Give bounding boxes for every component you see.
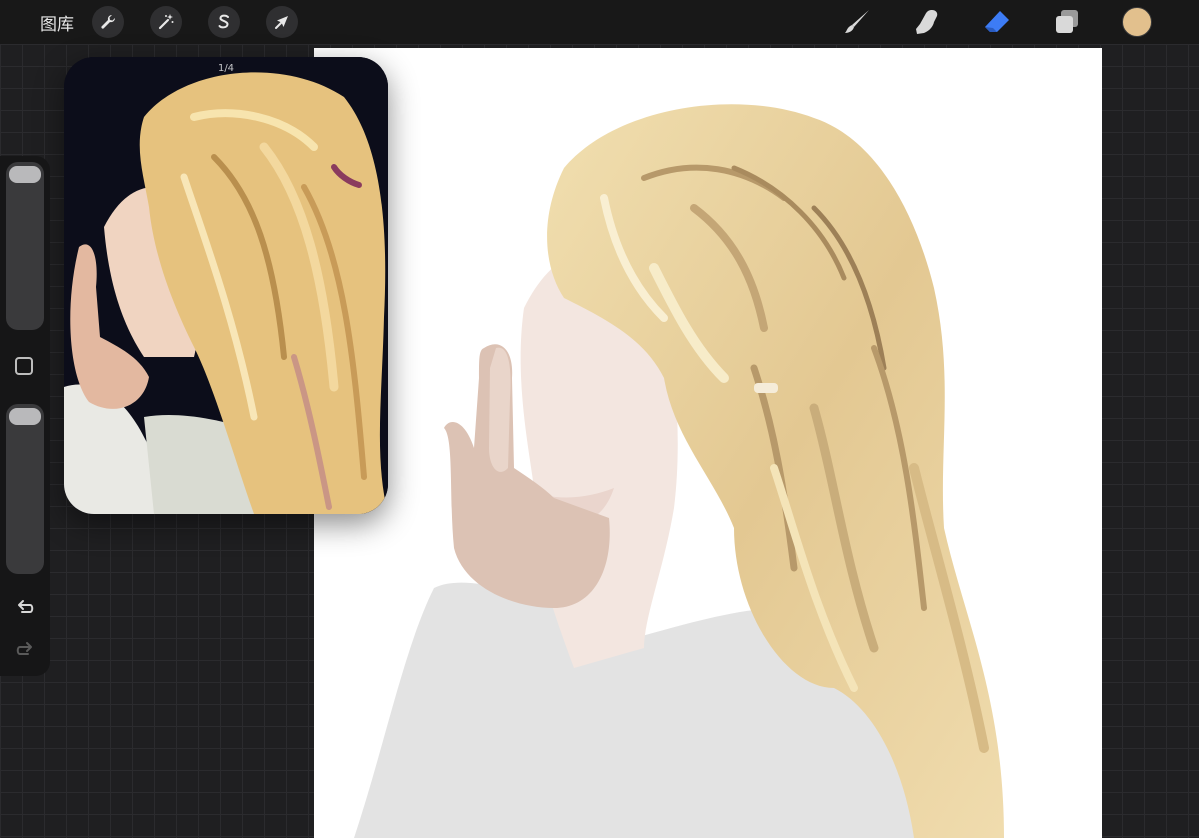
redo-icon [16, 642, 32, 655]
modifier-square-icon[interactable] [15, 357, 33, 375]
reference-photo [64, 57, 388, 514]
current-color-swatch[interactable] [1122, 7, 1152, 37]
reference-page-counter: 1/4 [217, 63, 235, 74]
selection-button[interactable] [208, 6, 240, 38]
layers-button[interactable] [1051, 6, 1083, 38]
top-toolbar: 图库 [0, 0, 1199, 44]
drawing-canvas[interactable] [314, 48, 1102, 838]
undo-button[interactable] [13, 596, 37, 620]
brush-size-thumb[interactable] [9, 166, 41, 183]
undo-icon [18, 600, 34, 613]
gallery-button[interactable]: 图库 [40, 10, 74, 35]
brush-size-slider[interactable] [6, 162, 44, 330]
opacity-thumb[interactable] [9, 408, 41, 425]
painting-tools [803, 0, 1153, 44]
arrow-cursor-icon [275, 16, 288, 29]
layers-icon [1056, 10, 1078, 33]
color-button[interactable] [1121, 6, 1153, 38]
eraser-tool-button[interactable] [981, 6, 1013, 38]
smudge-tool-button[interactable] [911, 6, 943, 38]
opacity-slider[interactable] [6, 404, 44, 574]
wrench-icon [101, 14, 116, 29]
redo-button[interactable] [13, 638, 37, 662]
brush-icon [845, 10, 869, 33]
transform-button[interactable] [266, 6, 298, 38]
eraser-icon [985, 11, 1009, 32]
reference-image-window[interactable]: 1/4 [64, 57, 388, 514]
smudge-finger-icon [916, 10, 938, 34]
brush-tool-button[interactable] [841, 6, 873, 38]
left-sidebar [0, 156, 50, 676]
actions-button[interactable] [92, 6, 124, 38]
artwork [354, 104, 1004, 838]
selection-s-icon [218, 14, 229, 29]
magic-wand-icon [158, 14, 174, 30]
adjustments-button[interactable] [150, 6, 182, 38]
